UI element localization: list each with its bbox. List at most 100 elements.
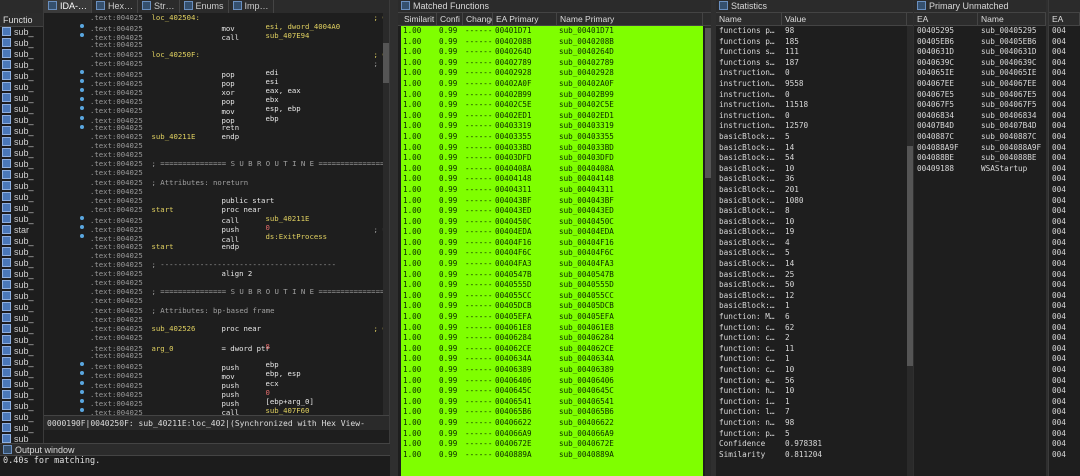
table-row[interactable]: function: c… 2	[716, 333, 913, 344]
function-list-item[interactable]: sub_	[0, 27, 43, 38]
table-row[interactable]: 1.00 0.99 --------00405EFA sub_00405EFA	[401, 312, 703, 323]
table-row[interactable]: 00406834 sub_00406834	[914, 111, 1046, 122]
table-row[interactable]: 1.00 0.99 --------00403355 sub_00403355	[401, 132, 703, 143]
asm-line[interactable]: .text:004025 loc_402504: ; CODE XREF	[44, 13, 383, 22]
asm-line[interactable]: .text:004025 ; Attributes: noreturn	[44, 178, 383, 187]
table-row[interactable]: 004088A9F sub_004088A9F	[914, 143, 1046, 154]
ida-tab[interactable]: Imp…	[229, 0, 274, 13]
table-row[interactable]: 004	[1049, 185, 1080, 196]
table-row[interactable]: 004	[1049, 429, 1080, 440]
table-row[interactable]: 1.00 0.99 --------00406406 sub_00406406	[401, 376, 703, 387]
matched-functions-table[interactable]: 1.000.99--------00401D71sub_00401D711.00…	[401, 26, 703, 476]
table-row[interactable]: basicBlock:… 12	[716, 291, 913, 302]
asm-line[interactable]: .text:004025 start endp	[44, 242, 383, 251]
asm-line[interactable]: .text:004025 push ecx	[44, 379, 383, 390]
table-row[interactable]: function: h… 10	[716, 386, 913, 397]
table-row[interactable]: 004	[1049, 354, 1080, 365]
asm-line[interactable]: .text:004025 call sub_40211E	[44, 214, 383, 225]
table-row[interactable]: instruction… 0	[716, 90, 913, 101]
asm-line[interactable]: .text:004025 mov esi, dword_4004A0	[44, 22, 383, 33]
table-row[interactable]: 004	[1049, 90, 1080, 101]
table-row[interactable]: 1.00 0.99 --------0040645C sub_0040645C	[401, 386, 703, 397]
table-row[interactable]: 1.00 0.99 --------00404311 sub_00404311	[401, 185, 703, 196]
table-row[interactable]: 004	[1049, 79, 1080, 90]
table-row[interactable]: 1.00 0.99 --------004043ED sub_004043ED	[401, 206, 703, 217]
table-row[interactable]: 1.00 0.99 --------004061E8 sub_004061E8	[401, 323, 703, 334]
asm-line[interactable]: .text:004025 loc_40250F: ; CODE XREF	[44, 50, 383, 59]
function-list-item[interactable]: sub_	[0, 181, 43, 192]
function-list-item[interactable]: sub_	[0, 60, 43, 71]
table-row[interactable]: 004	[1049, 280, 1080, 291]
ida-tab[interactable]: Str…	[138, 0, 180, 13]
asm-line[interactable]: .text:004025 pop esi	[44, 77, 383, 88]
table-row[interactable]: 004	[1049, 121, 1080, 132]
pane-separator[interactable]	[390, 0, 398, 476]
table-row[interactable]: 1.00 0.99 --------004065B6 sub_004065B6	[401, 407, 703, 418]
asm-line[interactable]: .text:004025 call sub_407E94	[44, 31, 383, 42]
asm-line[interactable]: .text:004025 sub_402526 proc near ; CODE X…	[44, 324, 383, 333]
asm-line[interactable]: .text:004025 mov ebp, esp	[44, 369, 383, 381]
ida-tab[interactable]: Enums	[180, 0, 229, 13]
function-list-item[interactable]: sub_	[0, 401, 43, 412]
table-row[interactable]: 1.00 0.99 --------00404EDA sub_00404EDA	[401, 227, 703, 238]
table-row[interactable]: basicBlock:… 10	[716, 217, 913, 228]
asm-line[interactable]: .text:004025	[44, 296, 383, 305]
table-row[interactable]: functions p… 98	[716, 26, 913, 37]
table-row[interactable]: basicBlock:… 14	[716, 259, 913, 270]
column-header[interactable]: Confi	[437, 13, 463, 25]
table-row[interactable]: instruction… 0	[716, 111, 913, 122]
column-header[interactable]: Name Primary	[557, 13, 703, 25]
column-header[interactable]: Similarit	[401, 13, 437, 25]
function-list-item[interactable]: sub_	[0, 258, 43, 269]
asm-line[interactable]: .text:004025 retn	[44, 123, 383, 132]
primary-unmatched-title[interactable]: Primary Unmatched	[914, 0, 1046, 13]
table-row[interactable]: 1.00 0.99 --------0040555D sub_0040555D	[401, 280, 703, 291]
table-row[interactable]: function: c… 11	[716, 344, 913, 355]
table-row[interactable]: Similarity 0.811204	[716, 450, 913, 461]
table-row[interactable]: 004	[1049, 376, 1080, 387]
column-header[interactable]: Name	[978, 13, 1046, 25]
asm-line[interactable]: .text:004025	[44, 168, 383, 177]
table-row[interactable]: 1.00 0.99 --------00406622 sub_00406622	[401, 418, 703, 429]
table-row[interactable]: 004067EE sub_004067EE	[914, 79, 1046, 90]
asm-line[interactable]: .text:004025 ; -------------------------…	[44, 260, 383, 269]
function-list-item[interactable]: star	[0, 225, 43, 236]
asm-line[interactable]: .text:004025 push [ebp+arg_0]	[44, 397, 383, 408]
asm-line[interactable]: .text:004025 arg_0 = dword ptr8	[44, 342, 383, 353]
asm-line[interactable]: .text:004025	[44, 333, 383, 342]
asm-line[interactable]: .text:004025	[44, 315, 383, 324]
table-row[interactable]: 1.00 0.99 --------00405DCB sub_00405DCB	[401, 301, 703, 312]
ida-tab[interactable]: Hex…	[92, 0, 139, 13]
table-row[interactable]: basicBlock:… 50	[716, 280, 913, 291]
asm-line[interactable]: .text:004025 xor eax, eax	[44, 86, 383, 97]
table-row[interactable]: instruction… 12570	[716, 121, 913, 132]
function-list-item[interactable]: sub_	[0, 214, 43, 225]
asm-line[interactable]: .text:004025 call sub_407F60	[44, 406, 383, 415]
ida-scrollbar[interactable]	[383, 13, 389, 415]
table-row[interactable]: 004	[1049, 100, 1080, 111]
asm-line[interactable]: .text:004025 pop ebx	[44, 95, 383, 106]
table-row[interactable]: 004	[1049, 238, 1080, 249]
table-row[interactable]: function: n… 98	[716, 418, 913, 429]
table-row[interactable]: basicBlock:… 1080	[716, 196, 913, 207]
table-row[interactable]: 004	[1049, 323, 1080, 334]
asm-line[interactable]: .text:004025 start proc near	[44, 205, 383, 214]
table-row[interactable]: 004067E5 sub_004067E5	[914, 90, 1046, 101]
table-row[interactable]: 1.00 0.99 --------00403319 sub_00403319	[401, 121, 703, 132]
asm-line[interactable]: .text:004025 ; sub_40211	[44, 59, 383, 68]
function-list-item[interactable]: sub_	[0, 236, 43, 247]
table-row[interactable]: 004	[1049, 196, 1080, 207]
function-list-item[interactable]: sub_	[0, 148, 43, 159]
table-row[interactable]: 1.00 0.99 --------004033BD sub_004033BD	[401, 143, 703, 154]
table-row[interactable]: 0040887C sub_0040887C	[914, 132, 1046, 143]
table-row[interactable]: basicBlock:… 1	[716, 301, 913, 312]
ida-scroll-thumb[interactable]	[383, 43, 389, 83]
function-list-item[interactable]: sub_	[0, 192, 43, 203]
table-row[interactable]: 1.00 0.99 --------0040672E sub_0040672E	[401, 439, 703, 450]
table-row[interactable]: basicBlock:… 4	[716, 238, 913, 249]
matched-functions-title[interactable]: Matched Functions	[398, 0, 711, 13]
function-list-item[interactable]: sub_	[0, 280, 43, 291]
function-list-item[interactable]: sub_	[0, 368, 43, 379]
table-row[interactable]: 1.00 0.99 --------00402789 sub_00402789	[401, 58, 703, 69]
table-row[interactable]: 1.00 0.99 --------00404F6C sub_00404F6C	[401, 248, 703, 259]
